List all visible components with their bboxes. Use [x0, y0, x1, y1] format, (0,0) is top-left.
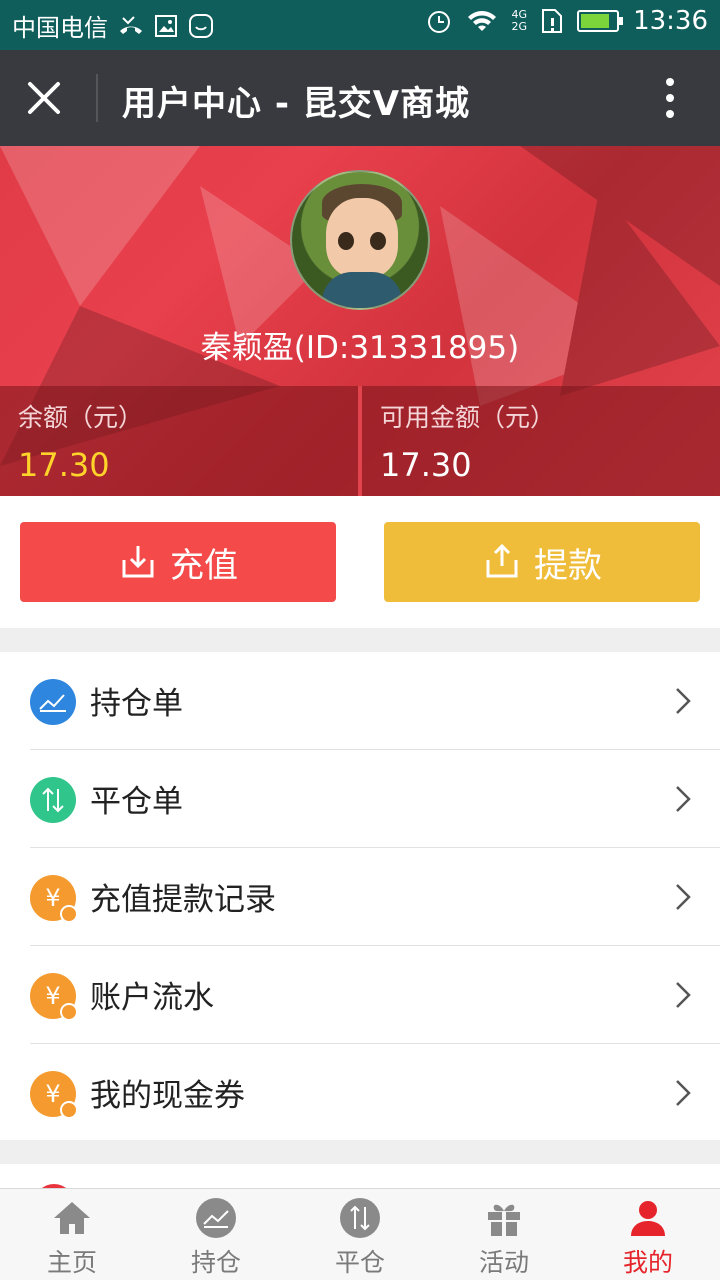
balance-row: 余额（元） 17.30 可用金额（元） 17.30 [0, 386, 720, 496]
menu-item-recharge-withdraw-records[interactable]: ¥ 充值提款记录 [0, 848, 720, 946]
tab-closed[interactable]: 平仓 [288, 1189, 432, 1280]
menu-item-label: 充值提款记录 [90, 882, 276, 918]
menu-item-account-statement[interactable]: ¥ 账户流水 [0, 946, 720, 1044]
menu-item-label: 账户流水 [90, 980, 214, 1016]
balance-value: 17.30 [18, 446, 110, 484]
gift-icon [482, 1197, 526, 1239]
user-icon [626, 1197, 670, 1239]
menu-item-cash-coupons[interactable]: ¥ 我的现金券 [0, 1044, 720, 1142]
status-time: 13:36 [633, 6, 708, 36]
menu-item-label: 持仓单 [90, 686, 183, 722]
recharge-button[interactable]: 充值 [20, 522, 336, 602]
upload-tray-icon [486, 543, 518, 578]
nav-bar: 用户中心 - 昆交V商城 [0, 50, 720, 146]
menu-item-label: 平仓单 [90, 784, 183, 820]
chart-up-icon [30, 679, 76, 725]
wifi-icon [466, 9, 498, 33]
available-label: 可用金额（元） [380, 403, 556, 432]
yen-icon: ¥ [30, 875, 78, 923]
tab-home[interactable]: 主页 [0, 1189, 144, 1280]
yen-icon: ¥ [30, 973, 78, 1021]
nav-separator [96, 74, 98, 122]
home-icon [50, 1197, 94, 1239]
profile-header: 秦颖盈(ID:31331895) 余额（元） 17.30 可用金额（元） 17.… [0, 146, 720, 496]
recharge-label: 充值 [170, 545, 238, 586]
tab-label: 平仓 [334, 1248, 385, 1277]
menu-item-closed-positions[interactable]: 平仓单 [0, 750, 720, 848]
avatar[interactable] [290, 170, 430, 310]
page-title: 用户中心 - 昆交V商城 [122, 84, 471, 124]
tab-label: 持仓 [190, 1248, 241, 1277]
tab-label: 我的 [622, 1248, 673, 1277]
tab-positions[interactable]: 持仓 [144, 1189, 288, 1280]
carrier-label: 中国电信 [12, 14, 108, 42]
menu-list: 持仓单 平仓单 ¥ 充值提款记录 ¥ 账户流水 ¥ 我的现金券 [0, 652, 720, 1140]
withdraw-label: 提款 [534, 545, 602, 586]
menu-item-label: 我的现金券 [90, 1078, 245, 1114]
tab-activities[interactable]: 活动 [432, 1189, 576, 1280]
chevron-right-icon [676, 982, 691, 1008]
tab-label: 主页 [46, 1248, 97, 1277]
alarm-icon [426, 8, 452, 34]
chevron-right-icon [676, 1080, 691, 1106]
balance-label: 余额（元） [18, 403, 144, 432]
app-notification-icon [188, 13, 214, 39]
download-tray-icon [122, 546, 154, 578]
signal-icon: 4G 2G [511, 8, 528, 33]
available-value: 17.30 [380, 446, 472, 484]
chevron-right-icon [676, 786, 691, 812]
tab-bar: 主页 持仓 平仓 活动 我的 [0, 1188, 720, 1280]
withdraw-button[interactable]: 提款 [384, 522, 700, 602]
username: 秦颖盈(ID:31331895) [200, 330, 520, 366]
available-cell: 可用金额（元） 17.30 [358, 386, 720, 496]
yen-icon: ¥ [30, 1071, 78, 1119]
tab-label: 活动 [478, 1248, 529, 1277]
up-down-arrows-icon [30, 777, 76, 823]
more-menu-icon[interactable] [664, 78, 676, 120]
close-icon[interactable] [22, 76, 66, 120]
chevron-right-icon [676, 688, 691, 714]
sim-alert-icon [541, 8, 563, 34]
up-down-arrows-icon [338, 1197, 382, 1239]
status-bar: 中国电信 4G 2G 13:36 [0, 0, 720, 50]
chart-up-icon [194, 1197, 238, 1239]
chevron-right-icon [676, 884, 691, 910]
menu-item-positions[interactable]: 持仓单 [0, 652, 720, 750]
image-icon [154, 14, 178, 38]
battery-icon [577, 10, 624, 32]
missed-call-icon [118, 15, 144, 37]
action-bar: 充值 提款 [0, 496, 720, 628]
tab-mine[interactable]: 我的 [576, 1189, 720, 1280]
balance-cell: 余额（元） 17.30 [0, 386, 358, 496]
